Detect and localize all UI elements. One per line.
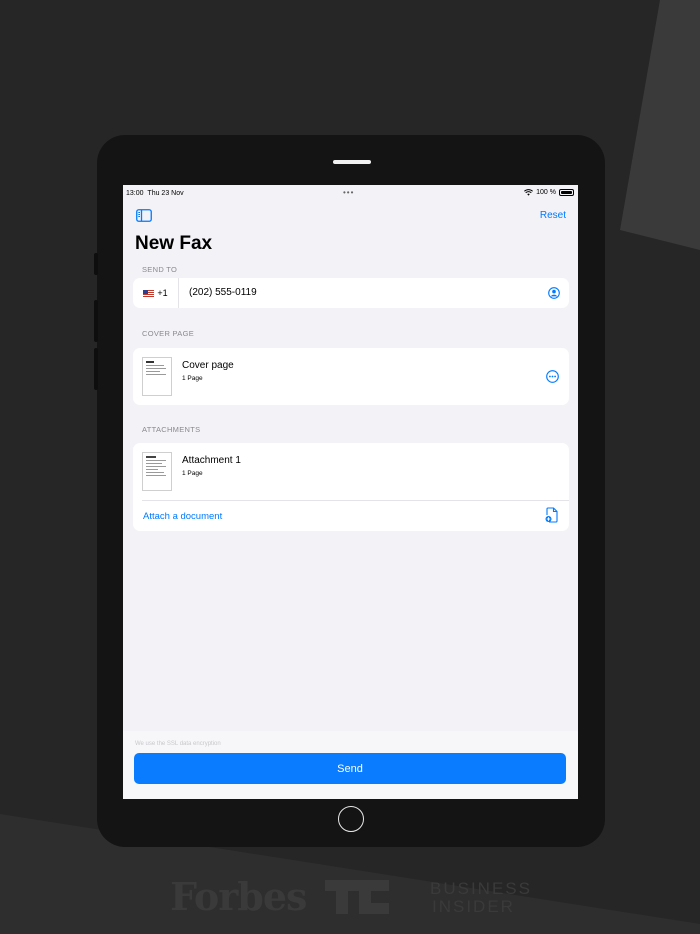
send-button[interactable]: Send (134, 753, 566, 784)
reset-button[interactable]: Reset (540, 210, 566, 221)
sidebar-toggle-icon[interactable] (136, 209, 152, 222)
cover-page-count: 1 Page (182, 375, 203, 382)
status-time: 13:00 Thu 23 Nov (126, 190, 184, 197)
background-shape (620, 0, 700, 250)
country-code-picker[interactable]: +1 (133, 278, 179, 308)
recipient-row: +1 (202) 555-0119 (133, 278, 569, 308)
more-options-icon[interactable] (546, 370, 559, 383)
encryption-note: We use the SSL data encryption (135, 741, 221, 747)
ipad-device-frame: 13:00 Thu 23 Nov ••• 100 % Reset New Fax (94, 135, 605, 847)
fax-number-input[interactable]: (202) 555-0119 (189, 287, 257, 298)
techcrunch-logo (325, 880, 389, 914)
attachment-count: 1 Page (182, 470, 203, 477)
attachments-section-label: ATTACHMENTS (142, 425, 201, 434)
status-indicators: 100 % (524, 189, 574, 196)
business-insider-logo: BUSINESS INSIDER (430, 879, 532, 916)
volume-up-button (94, 300, 98, 342)
cover-page-section-label: COVER PAGE (142, 329, 195, 338)
cover-page-card[interactable]: Cover page 1 Page (133, 348, 569, 405)
page-title: New Fax (135, 233, 213, 254)
app-screen: 13:00 Thu 23 Nov ••• 100 % Reset New Fax (123, 185, 578, 799)
attachment-row[interactable]: Attachment 1 1 Page (133, 443, 569, 499)
press-logos: Forbes BUSINESS INSIDER (0, 872, 700, 922)
attachments-card: Attachment 1 1 Page Attach a document (133, 443, 569, 531)
attachment-thumbnail (142, 452, 172, 491)
cover-page-thumbnail (142, 357, 172, 396)
wifi-icon (524, 189, 534, 196)
send-to-section-label: SEND TO (142, 265, 178, 274)
forbes-logo: Forbes (170, 874, 307, 919)
cover-page-row[interactable]: Cover page 1 Page (133, 348, 569, 404)
divider (142, 500, 569, 501)
volume-down-button (94, 348, 98, 390)
mute-switch (94, 253, 98, 275)
us-flag-icon (143, 289, 155, 297)
add-document-icon[interactable] (545, 507, 559, 523)
cover-page-title: Cover page (182, 360, 234, 371)
status-bar: 13:00 Thu 23 Nov ••• 100 % (123, 185, 578, 203)
multitasking-dots[interactable]: ••• (343, 188, 354, 197)
contacts-icon[interactable] (548, 287, 560, 299)
bottom-toolbar: We use the SSL data encryption Send (123, 731, 578, 799)
attach-document-button[interactable]: Attach a document (143, 511, 222, 522)
home-button (338, 806, 364, 832)
battery-percent: 100 % (536, 189, 556, 196)
attachment-title: Attachment 1 (182, 455, 241, 466)
device-speaker (333, 160, 371, 164)
country-code-label: +1 (157, 288, 168, 298)
battery-icon (559, 189, 574, 196)
